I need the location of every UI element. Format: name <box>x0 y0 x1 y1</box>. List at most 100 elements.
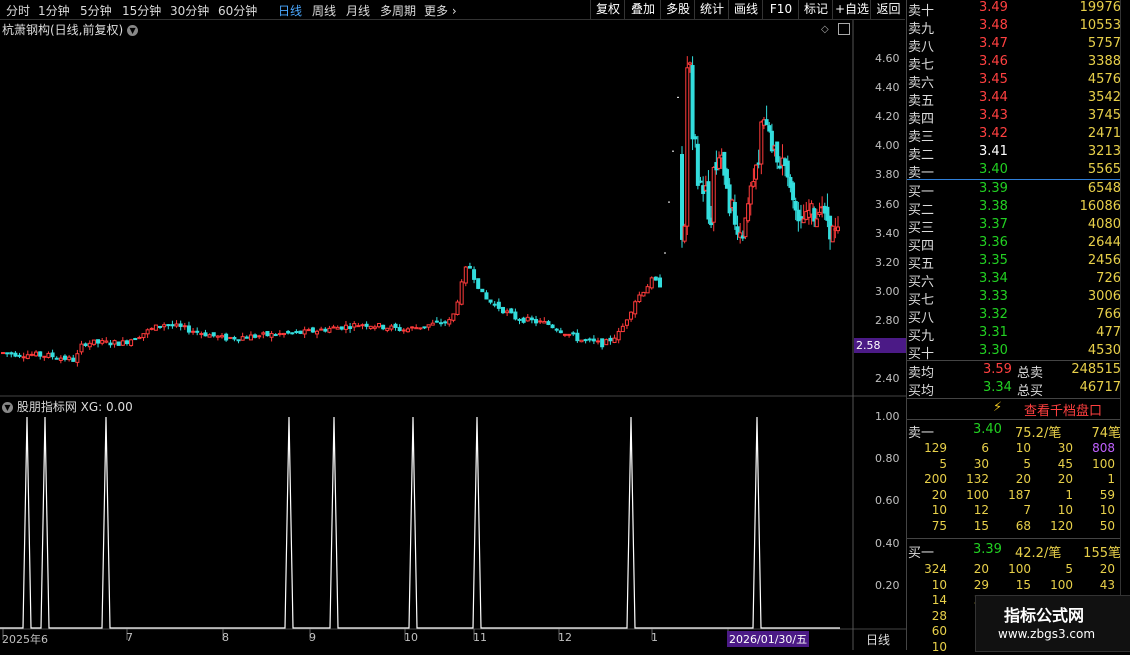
candle-body <box>104 340 109 343</box>
candle-body <box>368 325 373 329</box>
candle-body <box>414 327 419 330</box>
candle-body <box>505 310 510 314</box>
bid-level-row[interactable]: 买六 3.34 726 <box>907 271 1121 290</box>
level-volume: 16086 <box>1079 199 1121 214</box>
level-label: 卖五 <box>908 94 935 109</box>
candle-body <box>145 329 150 335</box>
candle-body <box>658 277 662 288</box>
level-volume: 766 <box>1096 307 1121 322</box>
queue-cell: 5 <box>1023 456 1031 471</box>
time-tick-label: 1 <box>651 631 658 644</box>
avg-buy-row: 买均 3.34 总买 46717 <box>907 380 1121 399</box>
ask-level-row[interactable]: 卖十 3.49 19976 <box>907 0 1121 19</box>
candle-body <box>79 343 84 353</box>
candle-body <box>306 329 311 332</box>
candle-body <box>54 357 59 360</box>
level-label: 买九 <box>908 329 935 344</box>
bid-level-row[interactable]: 买十 3.30 4530 <box>907 343 1121 362</box>
candle-body <box>108 342 113 346</box>
bid-level-row[interactable]: 买七 3.33 3006 <box>907 289 1121 308</box>
candle-body <box>682 225 687 242</box>
price-tick-label: 3.40 <box>875 226 900 240</box>
candle-body <box>649 277 654 289</box>
candle-body <box>21 356 26 359</box>
candle-body <box>401 329 406 332</box>
candle-body <box>463 266 468 284</box>
bid-level-row[interactable]: 买二 3.38 16086 <box>907 199 1121 218</box>
candle-body <box>335 326 340 330</box>
queue-row: 10 29 15 100 43 <box>907 578 1121 593</box>
ask-level-row[interactable]: 卖五 3.44 3542 <box>907 90 1121 109</box>
time-tick-label: 10 <box>404 631 418 644</box>
queue-row: 75 15 68 120 50 <box>907 519 1121 534</box>
queue-cell: 1 <box>1065 487 1073 502</box>
queue-cell: 10 <box>931 503 947 517</box>
candle-body <box>751 181 756 187</box>
candle-body <box>29 353 34 356</box>
level-price: 3.34 <box>979 271 1008 286</box>
candle-body <box>166 324 171 327</box>
queue-cell: 30 <box>973 456 989 471</box>
queue-cell: 1 <box>1107 472 1115 486</box>
bid-level-row[interactable]: 买四 3.36 2644 <box>907 235 1121 254</box>
candle-body <box>9 352 14 355</box>
candle-body <box>191 330 196 333</box>
candle-body <box>814 218 819 228</box>
period-label: 日线 <box>866 633 891 647</box>
ask-level-row[interactable]: 卖三 3.42 2471 <box>907 126 1121 145</box>
ask-level-row[interactable]: 卖七 3.46 3388 <box>907 54 1121 73</box>
candle-body <box>207 334 212 338</box>
ask-level-row[interactable]: 卖九 3.48 10553 <box>907 18 1121 37</box>
total-buy-value: 46717 <box>1079 380 1121 395</box>
candle-body <box>732 201 737 225</box>
total-buy-label: 总买 <box>1017 384 1044 399</box>
queue-cell: 60 <box>931 624 947 638</box>
candle-body <box>224 333 229 341</box>
view-depth-button[interactable]: ⚡ 查看千档盘口 <box>907 399 1121 419</box>
time-tick-label: 7 <box>126 631 133 644</box>
candle-body <box>767 125 772 132</box>
bid-level-row[interactable]: 买三 3.37 4080 <box>907 217 1121 236</box>
candle-body <box>302 329 307 335</box>
bid-level-row[interactable]: 买五 3.35 2456 <box>907 253 1121 272</box>
level-label: 买三 <box>908 221 935 236</box>
level-label: 买八 <box>908 311 935 326</box>
bid-level-row[interactable]: 买一 3.39 6548 <box>907 181 1121 200</box>
candle-body <box>534 318 539 324</box>
kline-chart[interactable] <box>0 0 906 650</box>
candle-body <box>443 321 448 324</box>
candle-body <box>38 351 43 357</box>
ask-level-row[interactable]: 卖一 3.40 5565 <box>907 162 1121 181</box>
bid-level-row[interactable]: 买九 3.31 477 <box>907 325 1121 344</box>
candle-body <box>542 320 547 324</box>
candle-body <box>717 157 722 169</box>
candle-body <box>17 354 22 357</box>
candle-body <box>754 164 759 180</box>
ask-level-row[interactable]: 卖八 3.47 5757 <box>907 36 1121 55</box>
candle-body <box>529 317 534 321</box>
candle-body <box>203 332 208 337</box>
candle-body <box>558 330 563 334</box>
time-tick-label: 11 <box>473 631 487 644</box>
candle-body <box>567 333 572 336</box>
queue-row: 5 30 5 45 100 <box>907 457 1121 472</box>
bid-level-row[interactable]: 买八 3.32 766 <box>907 307 1121 326</box>
level-price: 3.43 <box>979 108 1008 123</box>
ask-level-row[interactable]: 卖二 3.41 3213 <box>907 144 1121 163</box>
ask-level-row[interactable]: 卖六 3.45 4576 <box>907 72 1121 91</box>
right-edge-strip <box>1120 0 1130 650</box>
buy1-queue-header: 买一 3.39 42.2/笔 155笔 <box>907 542 1121 561</box>
lightning-icon: ⚡ <box>993 400 1003 415</box>
candle-body <box>228 336 233 339</box>
candle-body <box>600 338 605 348</box>
queue-cell: 15 <box>1015 577 1031 592</box>
ask-level-row[interactable]: 卖四 3.43 3745 <box>907 108 1121 127</box>
candle-body <box>546 321 551 325</box>
doji-mark <box>664 252 666 254</box>
candle-body <box>116 341 121 346</box>
candle-body <box>393 323 398 328</box>
level-volume: 2471 <box>1087 126 1121 141</box>
candle-body <box>75 353 80 363</box>
candle-body <box>319 328 324 331</box>
avg-sell-row: 卖均 3.59 总卖 248515 <box>907 362 1121 381</box>
